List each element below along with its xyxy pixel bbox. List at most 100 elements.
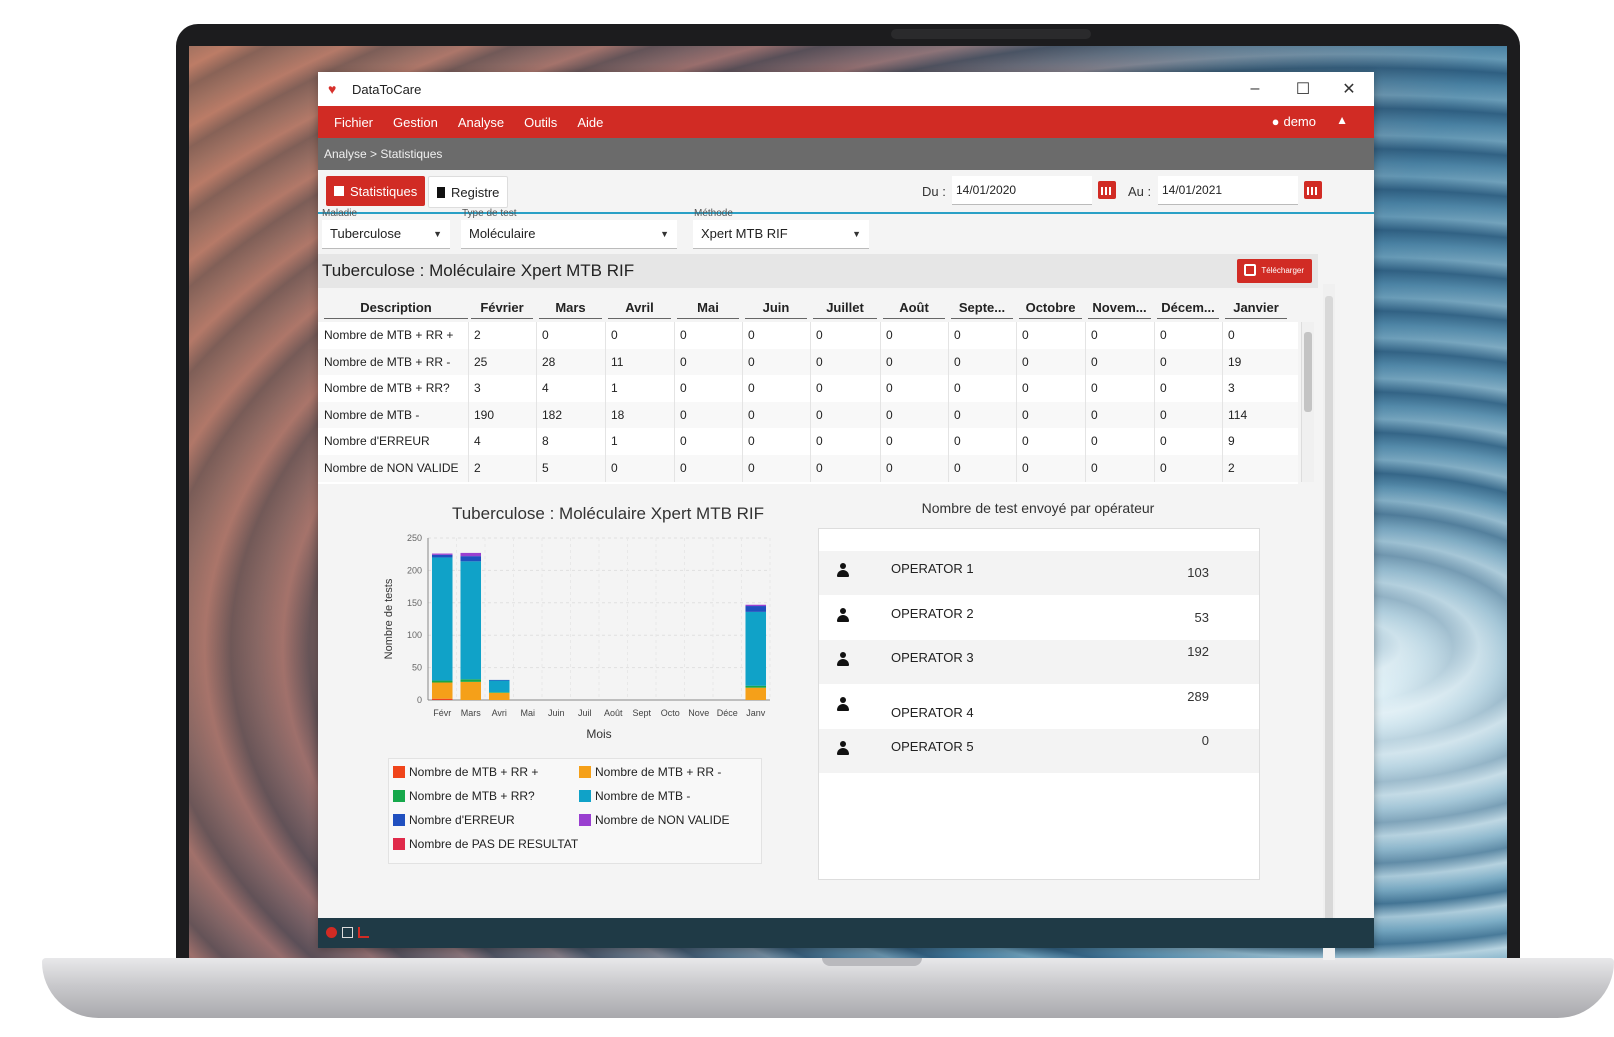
- bar-segment: [745, 606, 767, 612]
- maladie-select[interactable]: Tuberculose ▼: [322, 220, 450, 249]
- chart-title: Tuberculose : Moléculaire Xpert MTB RIF: [451, 504, 765, 523]
- legend-item[interactable]: Nombre de MTB + RR?: [393, 789, 535, 803]
- y-tick-label: 100: [407, 630, 422, 640]
- column-divider: [1016, 428, 1017, 455]
- table-header-cell[interactable]: Septe...: [951, 300, 1013, 319]
- table-cell: 0: [954, 354, 961, 369]
- table-header-cell[interactable]: Décem...: [1157, 300, 1219, 319]
- bar-segment: [488, 680, 510, 693]
- table-scroll-thumb[interactable]: [1304, 332, 1312, 412]
- bar-segment: [745, 687, 767, 700]
- column-divider: [605, 348, 606, 376]
- column-divider: [1222, 401, 1223, 429]
- table-header-cell[interactable]: Description: [324, 300, 468, 319]
- column-divider: [1016, 454, 1017, 482]
- column-divider: [1222, 375, 1223, 402]
- table-cell: 0: [816, 407, 823, 422]
- table-cell: 0: [816, 381, 823, 395]
- operator-row[interactable]: OPERATOR 2 53: [819, 596, 1259, 640]
- type-test-select[interactable]: Moléculaire ▼: [461, 220, 677, 249]
- bar-segment: [431, 682, 453, 699]
- x-tick-label: Avri: [492, 708, 507, 718]
- legend-label: Nombre d'ERREUR: [409, 813, 515, 827]
- download-button[interactable]: Télécharger: [1237, 259, 1312, 283]
- table-row[interactable]: Nombre de MTB - 190 182 18 0 0 0 0 0 0 0 0 114: [318, 401, 1298, 429]
- column-divider: [1154, 348, 1155, 376]
- table-cell: 0: [1160, 354, 1167, 369]
- table-header-cell[interactable]: Juillet: [813, 300, 877, 319]
- operator-row[interactable]: OPERATOR 3 192: [819, 640, 1259, 684]
- bar-segment: [431, 553, 453, 555]
- table-cell: 4: [542, 381, 549, 395]
- window-scroll-thumb[interactable]: [1325, 296, 1333, 936]
- legend-item[interactable]: Nombre de NON VALIDE: [579, 813, 730, 827]
- table-cell: 0: [1160, 381, 1167, 395]
- column-divider: [948, 454, 949, 482]
- table-row[interactable]: Nombre d'ERREUR 4 8 1 0 0 0 0 0 0 0 0 9: [318, 428, 1298, 455]
- table-row[interactable]: Nombre de MTB + RR + 2 0 0 0 0 0 0 0 0 0 0 0: [318, 322, 1298, 349]
- column-divider: [880, 322, 881, 349]
- methode-select[interactable]: Xpert MTB RIF ▼: [693, 220, 869, 249]
- x-tick-label: Octo: [661, 708, 680, 718]
- x-tick-label: Juil: [578, 708, 592, 718]
- table-header-cell[interactable]: Juin: [745, 300, 807, 319]
- table-header-cell[interactable]: Novem...: [1088, 300, 1151, 319]
- table-cell: 0: [1022, 407, 1029, 422]
- x-tick-label: Févr: [433, 708, 451, 718]
- table-cell: 4: [474, 434, 481, 448]
- column-divider: [742, 322, 743, 349]
- legend-item[interactable]: Nombre de PAS DE RESULTAT: [393, 837, 578, 851]
- table-cell: 0: [748, 381, 755, 395]
- table-header-cell[interactable]: Mars: [539, 300, 602, 319]
- table-row[interactable]: Nombre de NON VALIDE 2 5 0 0 0 0 0 0 0 0 0 2: [318, 454, 1298, 482]
- column-divider: [536, 322, 537, 349]
- table-cell: 5: [542, 460, 549, 475]
- legend-item[interactable]: Nombre de MTB + RR -: [579, 765, 721, 779]
- window-scrollbar[interactable]: [1323, 284, 1335, 960]
- bar-segment: [460, 561, 482, 680]
- table-header-cell[interactable]: Mai: [677, 300, 739, 319]
- column-divider: [674, 401, 675, 429]
- operator-row[interactable]: OPERATOR 1 103: [819, 551, 1259, 595]
- legend-item[interactable]: Nombre de MTB + RR +: [393, 765, 538, 779]
- table-cell: 0: [611, 328, 618, 342]
- table-header-cell[interactable]: Janvier: [1225, 300, 1287, 319]
- table-header-cell[interactable]: Octobre: [1019, 300, 1082, 319]
- legend-item[interactable]: Nombre de MTB -: [579, 789, 690, 803]
- table-cell: 0: [542, 328, 549, 342]
- column-divider: [742, 454, 743, 482]
- column-divider: [1085, 428, 1086, 455]
- table-header: Description Février Mars Avril Mai Juin Juille…: [318, 294, 1298, 322]
- column-divider: [674, 428, 675, 455]
- operator-row[interactable]: OPERATOR 5 0: [819, 729, 1259, 773]
- operator-count: 0: [1201, 733, 1209, 748]
- table-cell: 0: [680, 381, 687, 395]
- table-header-cell[interactable]: Août: [883, 300, 945, 319]
- table-cell: 0: [1022, 381, 1029, 395]
- status-error-icon[interactable]: [326, 927, 337, 938]
- maladie-value: Tuberculose: [330, 226, 402, 241]
- column-divider: [810, 375, 811, 402]
- network-icon[interactable]: [358, 927, 369, 938]
- table-row[interactable]: Nombre de MTB + RR - 25 28 11 0 0 0 0 0 0 0 0 19: [318, 348, 1298, 376]
- table-header-cell[interactable]: Avril: [608, 300, 671, 319]
- column-divider: [1085, 454, 1086, 482]
- column-divider: [605, 375, 606, 402]
- bar-segment: [460, 681, 482, 700]
- table-header-cell[interactable]: Février: [471, 300, 533, 319]
- status-bar: [318, 918, 1374, 948]
- row-description: Nombre de MTB + RR +: [324, 328, 454, 342]
- legend-item[interactable]: Nombre d'ERREUR: [393, 813, 515, 827]
- monitor-icon[interactable]: [342, 927, 353, 938]
- user-icon: [837, 696, 849, 711]
- column-divider: [880, 348, 881, 376]
- operator-count: 289: [1187, 688, 1209, 704]
- table-cell: 0: [816, 354, 823, 369]
- table-cell: 0: [1160, 434, 1167, 448]
- table-scrollbar[interactable]: [1301, 322, 1314, 482]
- operator-row[interactable]: OPERATOR 4 289: [819, 685, 1259, 729]
- table-cell: 0: [1022, 328, 1029, 342]
- column-divider: [742, 375, 743, 402]
- table-row[interactable]: Nombre de MTB + RR? 3 4 1 0 0 0 0 0 0 0 0 3: [318, 375, 1298, 402]
- column-divider: [810, 428, 811, 455]
